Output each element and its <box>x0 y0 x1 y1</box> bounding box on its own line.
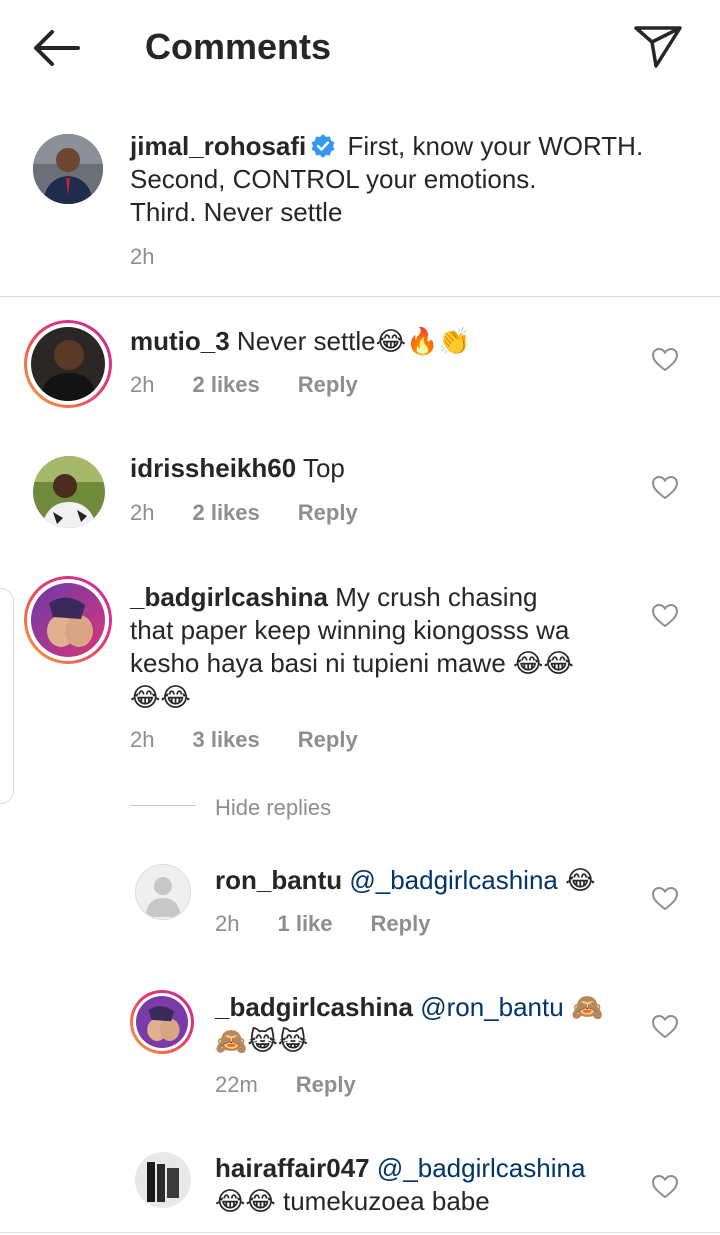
reply-emojis: 😂 <box>565 866 596 896</box>
caption-line-1: First, know your WORTH. <box>347 131 644 161</box>
comment-username[interactable]: _badgirlcashina <box>130 582 328 612</box>
comment-time: 2h <box>130 727 155 752</box>
reply-meta: 2h 1 like Reply <box>215 911 468 937</box>
caption-username[interactable]: jimal_rohosafi <box>130 131 306 161</box>
heart-icon[interactable] <box>651 346 679 374</box>
comment-body: Never settle <box>236 326 376 356</box>
reply-body: tumekuzoea babe <box>283 1186 490 1216</box>
comment-emojis: 😂😂 <box>130 683 191 713</box>
reply-emojis: 🙈 <box>570 993 604 1023</box>
reply-username[interactable]: hairaffair047 <box>215 1153 370 1183</box>
share-button[interactable] <box>630 22 686 70</box>
avatar-image <box>135 1152 191 1208</box>
avatar-image <box>136 996 188 1048</box>
reply-button[interactable]: Reply <box>296 1072 356 1097</box>
reply-emojis: 🙈😹😹 <box>215 1027 309 1057</box>
comment-meta: 2h 2 likes Reply <box>130 500 396 526</box>
reply-mention[interactable]: @_badgirlcashina <box>377 1153 586 1183</box>
hide-replies-button[interactable]: Hide replies <box>215 795 331 821</box>
comment-text: _badgirlcashina My crush chasing that pa… <box>130 581 630 715</box>
reply-meta: 22m Reply <box>215 1072 394 1098</box>
comment-text: idrissheikh60 Top <box>130 452 630 485</box>
avatar[interactable] <box>135 864 191 920</box>
avatar-image <box>31 583 105 657</box>
avatar[interactable] <box>24 320 112 408</box>
avatar-image <box>31 327 105 401</box>
reply-username[interactable]: _badgirlcashina <box>215 992 413 1022</box>
page-title: Comments <box>145 26 332 67</box>
comment-emojis: 😂😂 <box>513 649 574 679</box>
caption-line-2: Second, CONTROL your emotions. <box>130 164 537 194</box>
caption-time: 2h <box>130 244 155 269</box>
reply-emojis: 😂😂 <box>215 1187 276 1217</box>
comment-emojis: 😂🔥👏 <box>375 327 471 357</box>
comment-likes[interactable]: 2 likes <box>192 500 259 525</box>
avatar-image <box>33 134 103 204</box>
comment-username[interactable]: idrissheikh60 <box>130 453 296 483</box>
comment-meta: 2h 2 likes Reply <box>130 372 396 398</box>
heart-icon[interactable] <box>651 602 679 630</box>
comment-likes[interactable]: 3 likes <box>192 727 259 752</box>
post-caption: jimal_rohosafi First, know your WORTH. S… <box>0 118 720 297</box>
reply-button[interactable]: Reply <box>298 500 358 525</box>
hide-replies-divider <box>130 805 196 806</box>
avatar[interactable] <box>130 990 194 1054</box>
comment-text: mutio_3 Never settle😂🔥👏 <box>130 325 630 359</box>
comment-body-line-2: that paper keep winning kiongosss wa <box>130 615 570 645</box>
heart-icon[interactable] <box>651 885 679 913</box>
reply-mention[interactable]: @ron_bantu <box>420 992 564 1022</box>
reply-time: 2h <box>215 911 240 936</box>
comment-time: 2h <box>130 500 155 525</box>
comment-time: 2h <box>130 372 155 397</box>
reply-button[interactable]: Reply <box>298 727 358 752</box>
comment-body-line-1: My crush chasing <box>335 582 538 612</box>
paper-plane-icon <box>634 26 682 68</box>
avatar-image <box>33 456 105 528</box>
default-avatar-icon <box>136 865 190 919</box>
reply-likes[interactable]: 1 like <box>277 911 332 936</box>
comment-body-line-3: kesho haya basi ni tupieni mawe <box>130 648 506 678</box>
avatar[interactable] <box>135 1152 191 1208</box>
reply-text: _badgirlcashina @ron_bantu 🙈 🙈😹😹 <box>215 991 635 1059</box>
reply-username[interactable]: ron_bantu <box>215 865 342 895</box>
avatar[interactable] <box>33 134 103 204</box>
reply-text: hairaffair047 @_badgirlcashina 😂😂 tumeku… <box>215 1152 635 1219</box>
caption-meta: 2h <box>130 244 192 270</box>
reply-button[interactable]: Reply <box>371 911 431 936</box>
comment-body: Top <box>302 453 345 483</box>
heart-icon[interactable] <box>651 474 679 502</box>
top-bar: Comments <box>0 0 720 96</box>
avatar[interactable] <box>24 576 112 664</box>
reply-button[interactable]: Reply <box>298 372 358 397</box>
comment-username[interactable]: mutio_3 <box>130 326 230 356</box>
bottom-divider <box>0 1232 720 1233</box>
verified-badge-icon <box>311 134 335 158</box>
back-button[interactable] <box>28 26 84 70</box>
reply-text: ron_bantu @_badgirlcashina 😂 <box>215 864 635 898</box>
comment-meta: 2h 3 likes Reply <box>130 727 396 753</box>
avatar[interactable] <box>33 456 105 528</box>
comment-likes[interactable]: 2 likes <box>192 372 259 397</box>
arrow-left-icon <box>34 30 80 66</box>
reply-mention[interactable]: @_badgirlcashina <box>349 865 558 895</box>
heart-icon[interactable] <box>651 1013 679 1041</box>
reply-time: 22m <box>215 1072 258 1097</box>
caption-line-3: Third. Never settle <box>130 197 343 227</box>
edge-panel <box>0 588 14 804</box>
caption-text: jimal_rohosafi First, know your WORTH. S… <box>130 130 700 229</box>
heart-icon[interactable] <box>651 1173 679 1201</box>
